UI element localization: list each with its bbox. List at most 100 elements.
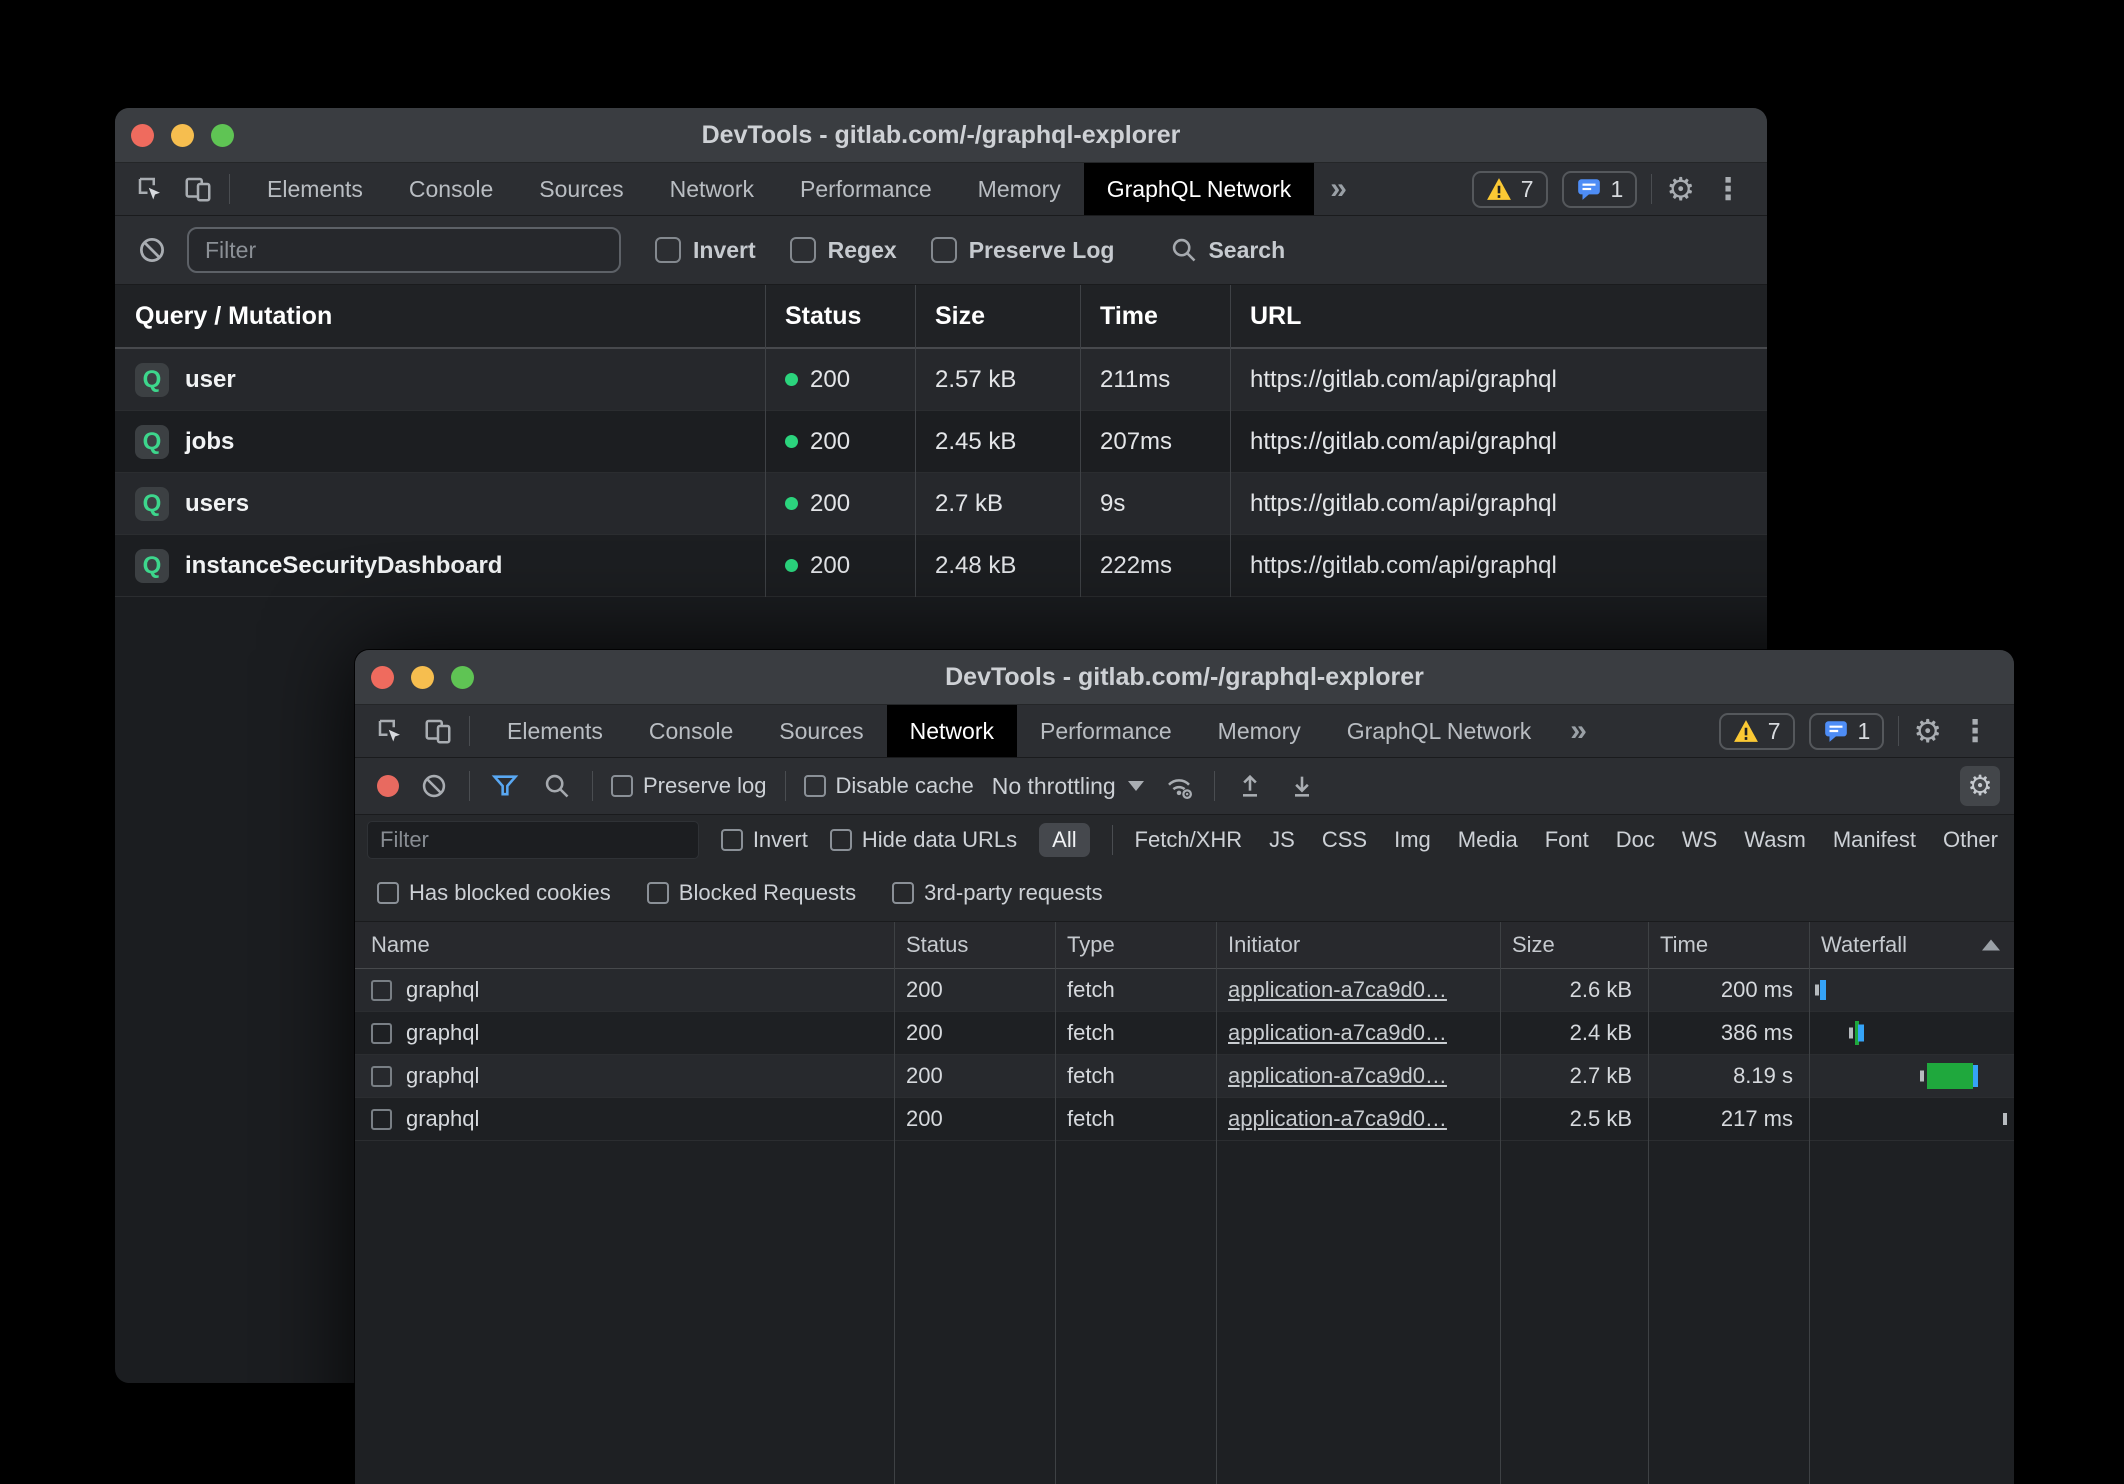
maximize-button[interactable]	[451, 666, 474, 689]
type-filter-ws[interactable]: WS	[1682, 827, 1717, 853]
minimize-button[interactable]	[411, 666, 434, 689]
device-toolbar-icon[interactable]	[421, 714, 455, 748]
close-button[interactable]	[371, 666, 394, 689]
maximize-button[interactable]	[211, 124, 234, 147]
table-header[interactable]: Query / Mutation Status Size Time URL	[115, 285, 1767, 349]
checkbox-box[interactable]	[931, 237, 957, 263]
column-size[interactable]: Size	[915, 302, 1080, 331]
column-status[interactable]: Status	[894, 932, 1055, 958]
network-settings-button[interactable]: ⚙	[1960, 766, 2000, 806]
column-size[interactable]: Size	[1500, 932, 1648, 958]
tab-sources[interactable]: Sources	[516, 163, 646, 215]
checkbox-box[interactable]	[655, 237, 681, 263]
settings-gear-icon[interactable]: ⚙	[1913, 715, 1942, 747]
table-row[interactable]: graphql200fetchapplication-a7ca9d0…2.7 k…	[355, 1055, 2014, 1098]
initiator-link[interactable]: application-a7ca9d0…	[1228, 1020, 1447, 1046]
column-time[interactable]: Time	[1648, 932, 1809, 958]
preserve-log-checkbox[interactable]: Preserve Log	[931, 237, 1115, 264]
type-filter-img[interactable]: Img	[1394, 827, 1431, 853]
search-button[interactable]: Search	[1170, 236, 1285, 264]
type-filter-media[interactable]: Media	[1458, 827, 1518, 853]
menu-dots-icon[interactable]: ⋮	[1956, 714, 1994, 749]
column-status[interactable]: Status	[765, 302, 915, 331]
column-initiator[interactable]: Initiator	[1216, 932, 1500, 958]
preserve-log-checkbox[interactable]: Preserve log	[611, 773, 767, 799]
table-row[interactable]: Qusers2002.7 kB9shttps://gitlab.com/api/…	[115, 473, 1767, 535]
more-tabs-icon[interactable]: »	[1554, 705, 1603, 757]
column-time[interactable]: Time	[1080, 302, 1230, 331]
checkbox-box[interactable]	[892, 882, 914, 904]
row-checkbox[interactable]	[371, 1109, 392, 1130]
table-row[interactable]: graphql200fetchapplication-a7ca9d0…2.6 k…	[355, 969, 2014, 1012]
throttling-dropdown[interactable]: No throttling	[992, 773, 1144, 800]
tab-elements[interactable]: Elements	[244, 163, 386, 215]
table-row[interactable]: Quser2002.57 kB211mshttps://gitlab.com/a…	[115, 349, 1767, 411]
blocked-requests-checkbox[interactable]: Blocked Requests	[647, 880, 856, 906]
tab-network[interactable]: Network	[887, 705, 1017, 757]
initiator-link[interactable]: application-a7ca9d0…	[1228, 1063, 1447, 1089]
filter-input[interactable]	[367, 821, 699, 859]
type-filter-manifest[interactable]: Manifest	[1833, 827, 1916, 853]
row-checkbox[interactable]	[371, 1066, 392, 1087]
type-filter-doc[interactable]: Doc	[1616, 827, 1655, 853]
checkbox-box[interactable]	[611, 775, 633, 797]
search-icon[interactable]	[540, 769, 574, 803]
disable-cache-checkbox[interactable]: Disable cache	[804, 773, 974, 799]
table-header[interactable]: Name Status Type Initiator Size Time Wat…	[355, 922, 2014, 969]
warnings-badge[interactable]: 7	[1472, 171, 1548, 208]
tab-performance[interactable]: Performance	[777, 163, 955, 215]
table-row[interactable]: QinstanceSecurityDashboard2002.48 kB222m…	[115, 535, 1767, 597]
checkbox-box[interactable]	[790, 237, 816, 263]
type-filter-all[interactable]: All	[1039, 823, 1089, 857]
column-query-mutation[interactable]: Query / Mutation	[115, 302, 765, 331]
type-filter-wasm[interactable]: Wasm	[1744, 827, 1806, 853]
title-bar[interactable]: DevTools - gitlab.com/-/graphql-explorer	[115, 108, 1767, 163]
table-row[interactable]: Qjobs2002.45 kB207mshttps://gitlab.com/a…	[115, 411, 1767, 473]
third-party-requests-checkbox[interactable]: 3rd-party requests	[892, 880, 1103, 906]
type-filter-fetch-xhr[interactable]: Fetch/XHR	[1135, 827, 1243, 853]
invert-checkbox[interactable]: Invert	[721, 827, 808, 853]
checkbox-box[interactable]	[377, 882, 399, 904]
record-button[interactable]	[377, 775, 399, 797]
tab-graphql-network[interactable]: GraphQL Network	[1084, 163, 1315, 215]
more-tabs-icon[interactable]: »	[1314, 163, 1363, 215]
tab-sources[interactable]: Sources	[756, 705, 886, 757]
inspect-element-icon[interactable]	[133, 172, 167, 206]
minimize-button[interactable]	[171, 124, 194, 147]
settings-gear-icon[interactable]: ⚙	[1666, 173, 1695, 205]
type-filter-css[interactable]: CSS	[1322, 827, 1367, 853]
export-har-icon[interactable]	[1285, 769, 1319, 803]
column-url[interactable]: URL	[1230, 302, 1767, 331]
tab-memory[interactable]: Memory	[955, 163, 1084, 215]
filter-funnel-icon[interactable]	[488, 769, 522, 803]
initiator-link[interactable]: application-a7ca9d0…	[1228, 1106, 1447, 1132]
initiator-link[interactable]: application-a7ca9d0…	[1228, 977, 1447, 1003]
title-bar[interactable]: DevTools - gitlab.com/-/graphql-explorer	[355, 650, 2014, 705]
invert-checkbox[interactable]: Invert	[655, 237, 756, 264]
warnings-badge[interactable]: 7	[1719, 713, 1795, 750]
messages-badge[interactable]: 1	[1562, 171, 1638, 208]
hide-data-urls-checkbox[interactable]: Hide data URLs	[830, 827, 1017, 853]
tab-console[interactable]: Console	[626, 705, 756, 757]
checkbox-box[interactable]	[830, 829, 852, 851]
table-row[interactable]: graphql200fetchapplication-a7ca9d0…2.4 k…	[355, 1012, 2014, 1055]
inspect-element-icon[interactable]	[373, 714, 407, 748]
tab-console[interactable]: Console	[386, 163, 516, 215]
tab-elements[interactable]: Elements	[484, 705, 626, 757]
checkbox-box[interactable]	[721, 829, 743, 851]
column-type[interactable]: Type	[1055, 932, 1216, 958]
regex-checkbox[interactable]: Regex	[790, 237, 897, 264]
tab-performance[interactable]: Performance	[1017, 705, 1195, 757]
filter-input[interactable]	[187, 227, 621, 273]
messages-badge[interactable]: 1	[1809, 713, 1885, 750]
tab-memory[interactable]: Memory	[1195, 705, 1324, 757]
checkbox-box[interactable]	[647, 882, 669, 904]
checkbox-box[interactable]	[804, 775, 826, 797]
clear-icon[interactable]	[135, 233, 169, 267]
device-toolbar-icon[interactable]	[181, 172, 215, 206]
type-filter-font[interactable]: Font	[1545, 827, 1589, 853]
menu-dots-icon[interactable]: ⋮	[1709, 172, 1747, 207]
close-button[interactable]	[131, 124, 154, 147]
column-name[interactable]: Name	[355, 932, 894, 958]
sort-ascending-icon[interactable]	[1982, 940, 2000, 951]
